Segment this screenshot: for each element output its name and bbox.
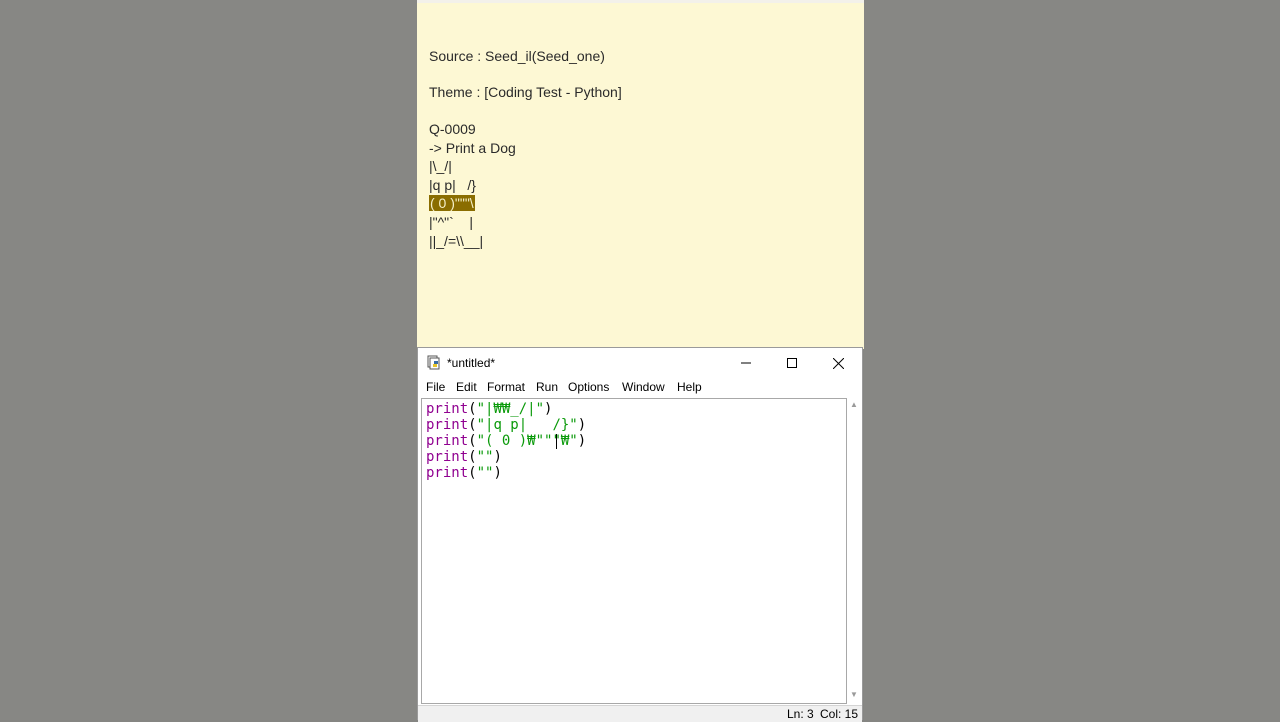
close-icon <box>832 357 844 369</box>
minimize-button[interactable] <box>723 348 769 378</box>
code-line: print("") <box>426 465 502 481</box>
note-question-id: Q-0009 <box>429 121 476 137</box>
title-bar[interactable]: *untitled* <box>418 348 862 378</box>
maximize-icon <box>787 358 797 368</box>
scroll-up-icon[interactable]: ▲ <box>848 400 860 410</box>
idle-editor-window: *untitled* File Edit Format Run Options … <box>417 347 863 722</box>
menu-run[interactable]: Run <box>536 380 558 394</box>
menu-edit[interactable]: Edit <box>456 380 477 394</box>
status-bar: Ln: 3 Col: 15 <box>418 705 862 722</box>
maximize-button[interactable] <box>769 348 815 378</box>
background-left <box>0 0 417 720</box>
text-caret <box>556 434 557 449</box>
note-question: -> Print a Dog <box>429 140 516 156</box>
minimize-icon <box>741 362 751 364</box>
status-column: Col: 15 <box>820 707 859 721</box>
art-line: |\_/| <box>429 158 452 174</box>
status-line: Ln: 3 <box>787 707 814 721</box>
menu-format[interactable]: Format <box>487 380 525 394</box>
highlighted-text: ( 0 )"""\ <box>429 195 475 211</box>
art-line-highlighted: ( 0 )"""\ <box>429 195 475 211</box>
code-line: print("|₩₩_/|") <box>426 401 553 417</box>
note-panel: Source : Seed_il(Seed_one) Theme : [Codi… <box>417 0 864 349</box>
vertical-scrollbar[interactable]: ▲ ▼ <box>848 398 860 704</box>
art-line: ||_/=\\__| <box>429 233 484 249</box>
code-line: print("") <box>426 449 502 465</box>
window-title: *untitled* <box>447 356 496 370</box>
note-source: Source : Seed_il(Seed_one) <box>429 48 605 64</box>
code-line: print("( 0 )₩"""₩") <box>426 433 587 449</box>
menu-help[interactable]: Help <box>677 380 702 394</box>
art-line: |"^"` | <box>429 214 474 230</box>
code-editor[interactable]: print("|₩₩_/|") print("|q p| /}") print(… <box>421 398 847 704</box>
menu-file[interactable]: File <box>426 380 445 394</box>
code-line: print("|q p| /}") <box>426 417 587 433</box>
menu-options[interactable]: Options <box>568 380 609 394</box>
background-right <box>864 0 1280 720</box>
close-button[interactable] <box>815 348 861 378</box>
menu-window[interactable]: Window <box>622 380 665 394</box>
python-idle-icon <box>427 355 440 370</box>
note-theme: Theme : [Coding Test - Python] <box>429 84 622 100</box>
scroll-down-icon[interactable]: ▼ <box>848 690 860 700</box>
menu-bar: File Edit Format Run Options Window Help <box>418 378 862 398</box>
art-line: |q p| /} <box>429 177 476 193</box>
